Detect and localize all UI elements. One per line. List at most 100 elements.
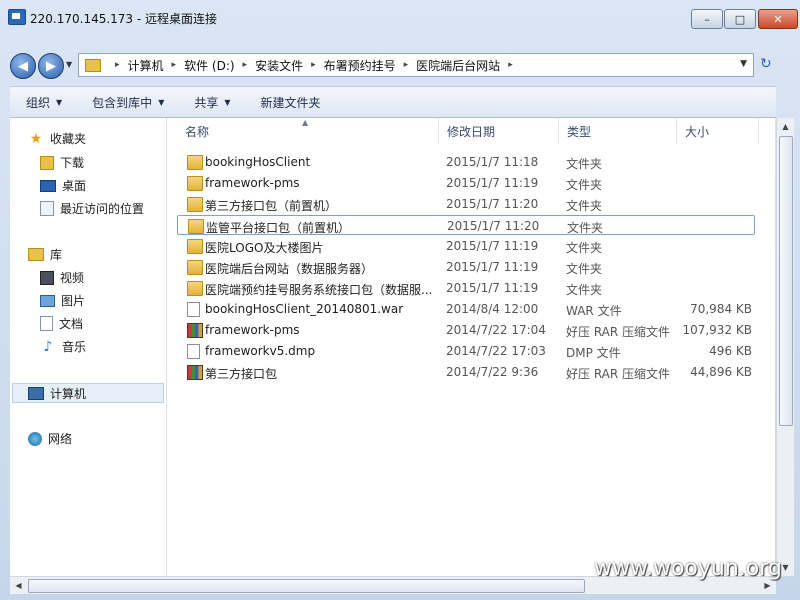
file-date: 2015/1/7 11:19	[446, 260, 539, 274]
remote-desktop-icon	[8, 9, 26, 25]
file-type: 好压 RAR 压缩文件	[566, 325, 671, 339]
scroll-left-arrow[interactable]: ◀	[10, 577, 27, 594]
nav-downloads[interactable]: 下载	[40, 154, 84, 171]
recent-pages-dropdown[interactable]: ▼	[66, 60, 72, 69]
file-date: 2014/8/4 12:00	[446, 302, 539, 316]
file-type: 文件夹	[566, 262, 603, 276]
vertical-scroll-thumb[interactable]	[779, 136, 793, 426]
file-row[interactable]: framework-pms 2014/7/22 17:04 好压 RAR 压缩文件 1…	[177, 320, 755, 340]
organize-button[interactable]: 组织 ▼	[26, 94, 62, 111]
nav-videos[interactable]: 视频	[40, 269, 84, 286]
nav-favorites[interactable]: ★ 收藏夹	[28, 130, 86, 147]
new-folder-button[interactable]: 新建文件夹	[261, 94, 321, 111]
refresh-icon[interactable]: ↻	[760, 56, 778, 74]
file-name: 第三方接口包（前置机）	[205, 199, 338, 213]
nav-libraries[interactable]: 库	[28, 246, 62, 263]
file-type: WAR 文件	[566, 304, 622, 318]
file-size: 44,896 KB	[690, 365, 752, 379]
file-size: 70,984 KB	[690, 302, 752, 316]
file-row[interactable]: 第三方接口包（前置机） 2015/1/7 11:20 文件夹	[177, 194, 755, 214]
nav-music[interactable]: ♪ 音乐	[40, 338, 86, 355]
column-header-date[interactable]: 修改日期	[439, 118, 559, 144]
file-row[interactable]: framework-pms 2015/1/7 11:19 文件夹	[177, 173, 755, 193]
file-type: 文件夹	[566, 241, 603, 255]
address-bar[interactable]: ▸ 计算机 ▸ 软件 (D:) ▸ 安装文件 ▸ 布署预约挂号 ▸ 医院端后台网站 ▸ ▼	[78, 53, 754, 77]
recent-places-icon	[40, 201, 54, 216]
nav-pictures[interactable]: 图片	[40, 292, 85, 309]
picture-icon	[40, 294, 55, 307]
file-name: 第三方接口包	[205, 367, 278, 381]
file-date: 2015/1/7 11:19	[446, 281, 539, 295]
nav-network[interactable]: 网络	[28, 430, 72, 447]
share-button[interactable]: 共享 ▼	[194, 94, 230, 111]
file-name: frameworkv5.dmp	[205, 344, 316, 358]
file-date: 2015/1/7 11:19	[446, 239, 539, 253]
breadcrumb-drive-d[interactable]: 软件 (D:) ▸	[184, 57, 255, 74]
file-row[interactable]: 医院端预约挂号服务系统接口包（数据服... 2015/1/7 11:19 文件夹	[177, 278, 755, 298]
file-list: ▲ 名称 修改日期 类型 大小 bookingHosClient 2015/1/7…	[167, 118, 775, 576]
file-type: 文件夹	[567, 221, 604, 235]
file-date: 2014/7/22 17:03	[446, 344, 546, 358]
maximize-button[interactable]: □	[724, 9, 756, 29]
back-button[interactable]: ◀	[10, 53, 36, 79]
forward-button[interactable]: ▶	[38, 53, 64, 79]
breadcrumb-separator: ▸	[115, 60, 120, 70]
breadcrumb-computer[interactable]: 计算机 ▸	[128, 57, 185, 74]
breadcrumb-deploy-booking[interactable]: 布署预约挂号 ▸	[324, 57, 417, 74]
column-header-type[interactable]: 类型	[559, 118, 677, 144]
library-icon	[28, 248, 44, 261]
scroll-up-arrow[interactable]: ▲	[777, 118, 794, 135]
file-row[interactable]: bookingHosClient 2015/1/7 11:18 文件夹	[177, 152, 755, 172]
rar-archive-icon	[187, 323, 203, 338]
nav-recent-places[interactable]: 最近访问的位置	[40, 200, 144, 217]
file-date: 2015/1/7 11:18	[446, 155, 539, 169]
column-header-size[interactable]: 大小	[677, 118, 759, 144]
nav-computer[interactable]: 计算机	[28, 385, 86, 402]
rar-archive-icon	[187, 365, 203, 380]
navigation-pane: ★收藏夹 下载 桌面 最近访问的位置 库 视频 图片 文档 ♪音乐 计算机	[10, 118, 167, 576]
command-bar: 组织 ▼ 包含到库中 ▼ 共享 ▼ 新建文件夹	[10, 86, 776, 118]
file-row[interactable]: 医院端后台网站（数据服务器） 2015/1/7 11:19 文件夹	[177, 257, 755, 277]
minimize-button[interactable]: –	[691, 9, 723, 29]
file-row[interactable]: 监管平台接口包（前置机） 2015/1/7 11:20 文件夹	[177, 215, 755, 235]
close-button[interactable]: ✕	[758, 9, 798, 29]
video-icon	[40, 270, 54, 285]
file-row[interactable]: frameworkv5.dmp 2014/7/22 17:03 DMP 文件 496 …	[177, 341, 755, 361]
column-header-name[interactable]: 名称	[177, 118, 439, 144]
file-name: bookingHosClient_20140801.war	[205, 302, 404, 316]
file-type: 文件夹	[566, 199, 603, 213]
file-name: 医院LOGO及大楼图片	[205, 241, 324, 255]
file-type: 文件夹	[566, 157, 603, 171]
nav-documents[interactable]: 文档	[40, 315, 83, 332]
music-icon: ♪	[43, 338, 53, 355]
breadcrumb-hospital-backend[interactable]: 医院端后台网站 ▸	[416, 57, 521, 74]
window-title: 220.170.145.173 - 远程桌面连接	[30, 12, 218, 26]
file-date: 2015/1/7 11:20	[447, 219, 540, 233]
vertical-scrollbar[interactable]: ▲ ▼	[776, 118, 794, 576]
network-icon	[28, 431, 42, 446]
file-date: 2015/1/7 11:20	[446, 197, 539, 211]
file-row[interactable]: bookingHosClient_20140801.war 2014/8/4 12…	[177, 299, 755, 319]
desktop-icon	[40, 179, 56, 192]
file-row[interactable]: 第三方接口包 2014/7/22 9:36 好压 RAR 压缩文件 44,896 KB	[177, 362, 755, 382]
file-date: 2015/1/7 11:19	[446, 176, 539, 190]
document-icon	[40, 316, 53, 331]
folder-icon	[188, 219, 204, 234]
file-size: 496 KB	[709, 344, 752, 358]
file-name: framework-pms	[205, 323, 300, 337]
breadcrumb-install-files[interactable]: 安装文件 ▸	[255, 57, 324, 74]
computer-icon	[28, 387, 44, 400]
file-type: 好压 RAR 压缩文件	[566, 367, 671, 381]
address-dropdown[interactable]: ▼	[740, 59, 747, 69]
file-date: 2014/7/22 9:36	[446, 365, 539, 379]
horizontal-scroll-thumb[interactable]	[28, 579, 585, 593]
file-type: DMP 文件	[566, 346, 621, 360]
file-name: framework-pms	[205, 176, 300, 190]
include-in-library-button[interactable]: 包含到库中 ▼	[92, 94, 164, 111]
file-row[interactable]: 医院LOGO及大楼图片 2015/1/7 11:19 文件夹	[177, 236, 755, 256]
file-date: 2014/7/22 17:04	[446, 323, 546, 337]
folder-icon	[187, 260, 203, 275]
file-size: 107,932 KB	[682, 323, 752, 337]
title-bar: 220.170.145.173 - 远程桌面连接 – □ ✕	[0, 0, 800, 34]
nav-desktop[interactable]: 桌面	[40, 177, 86, 194]
